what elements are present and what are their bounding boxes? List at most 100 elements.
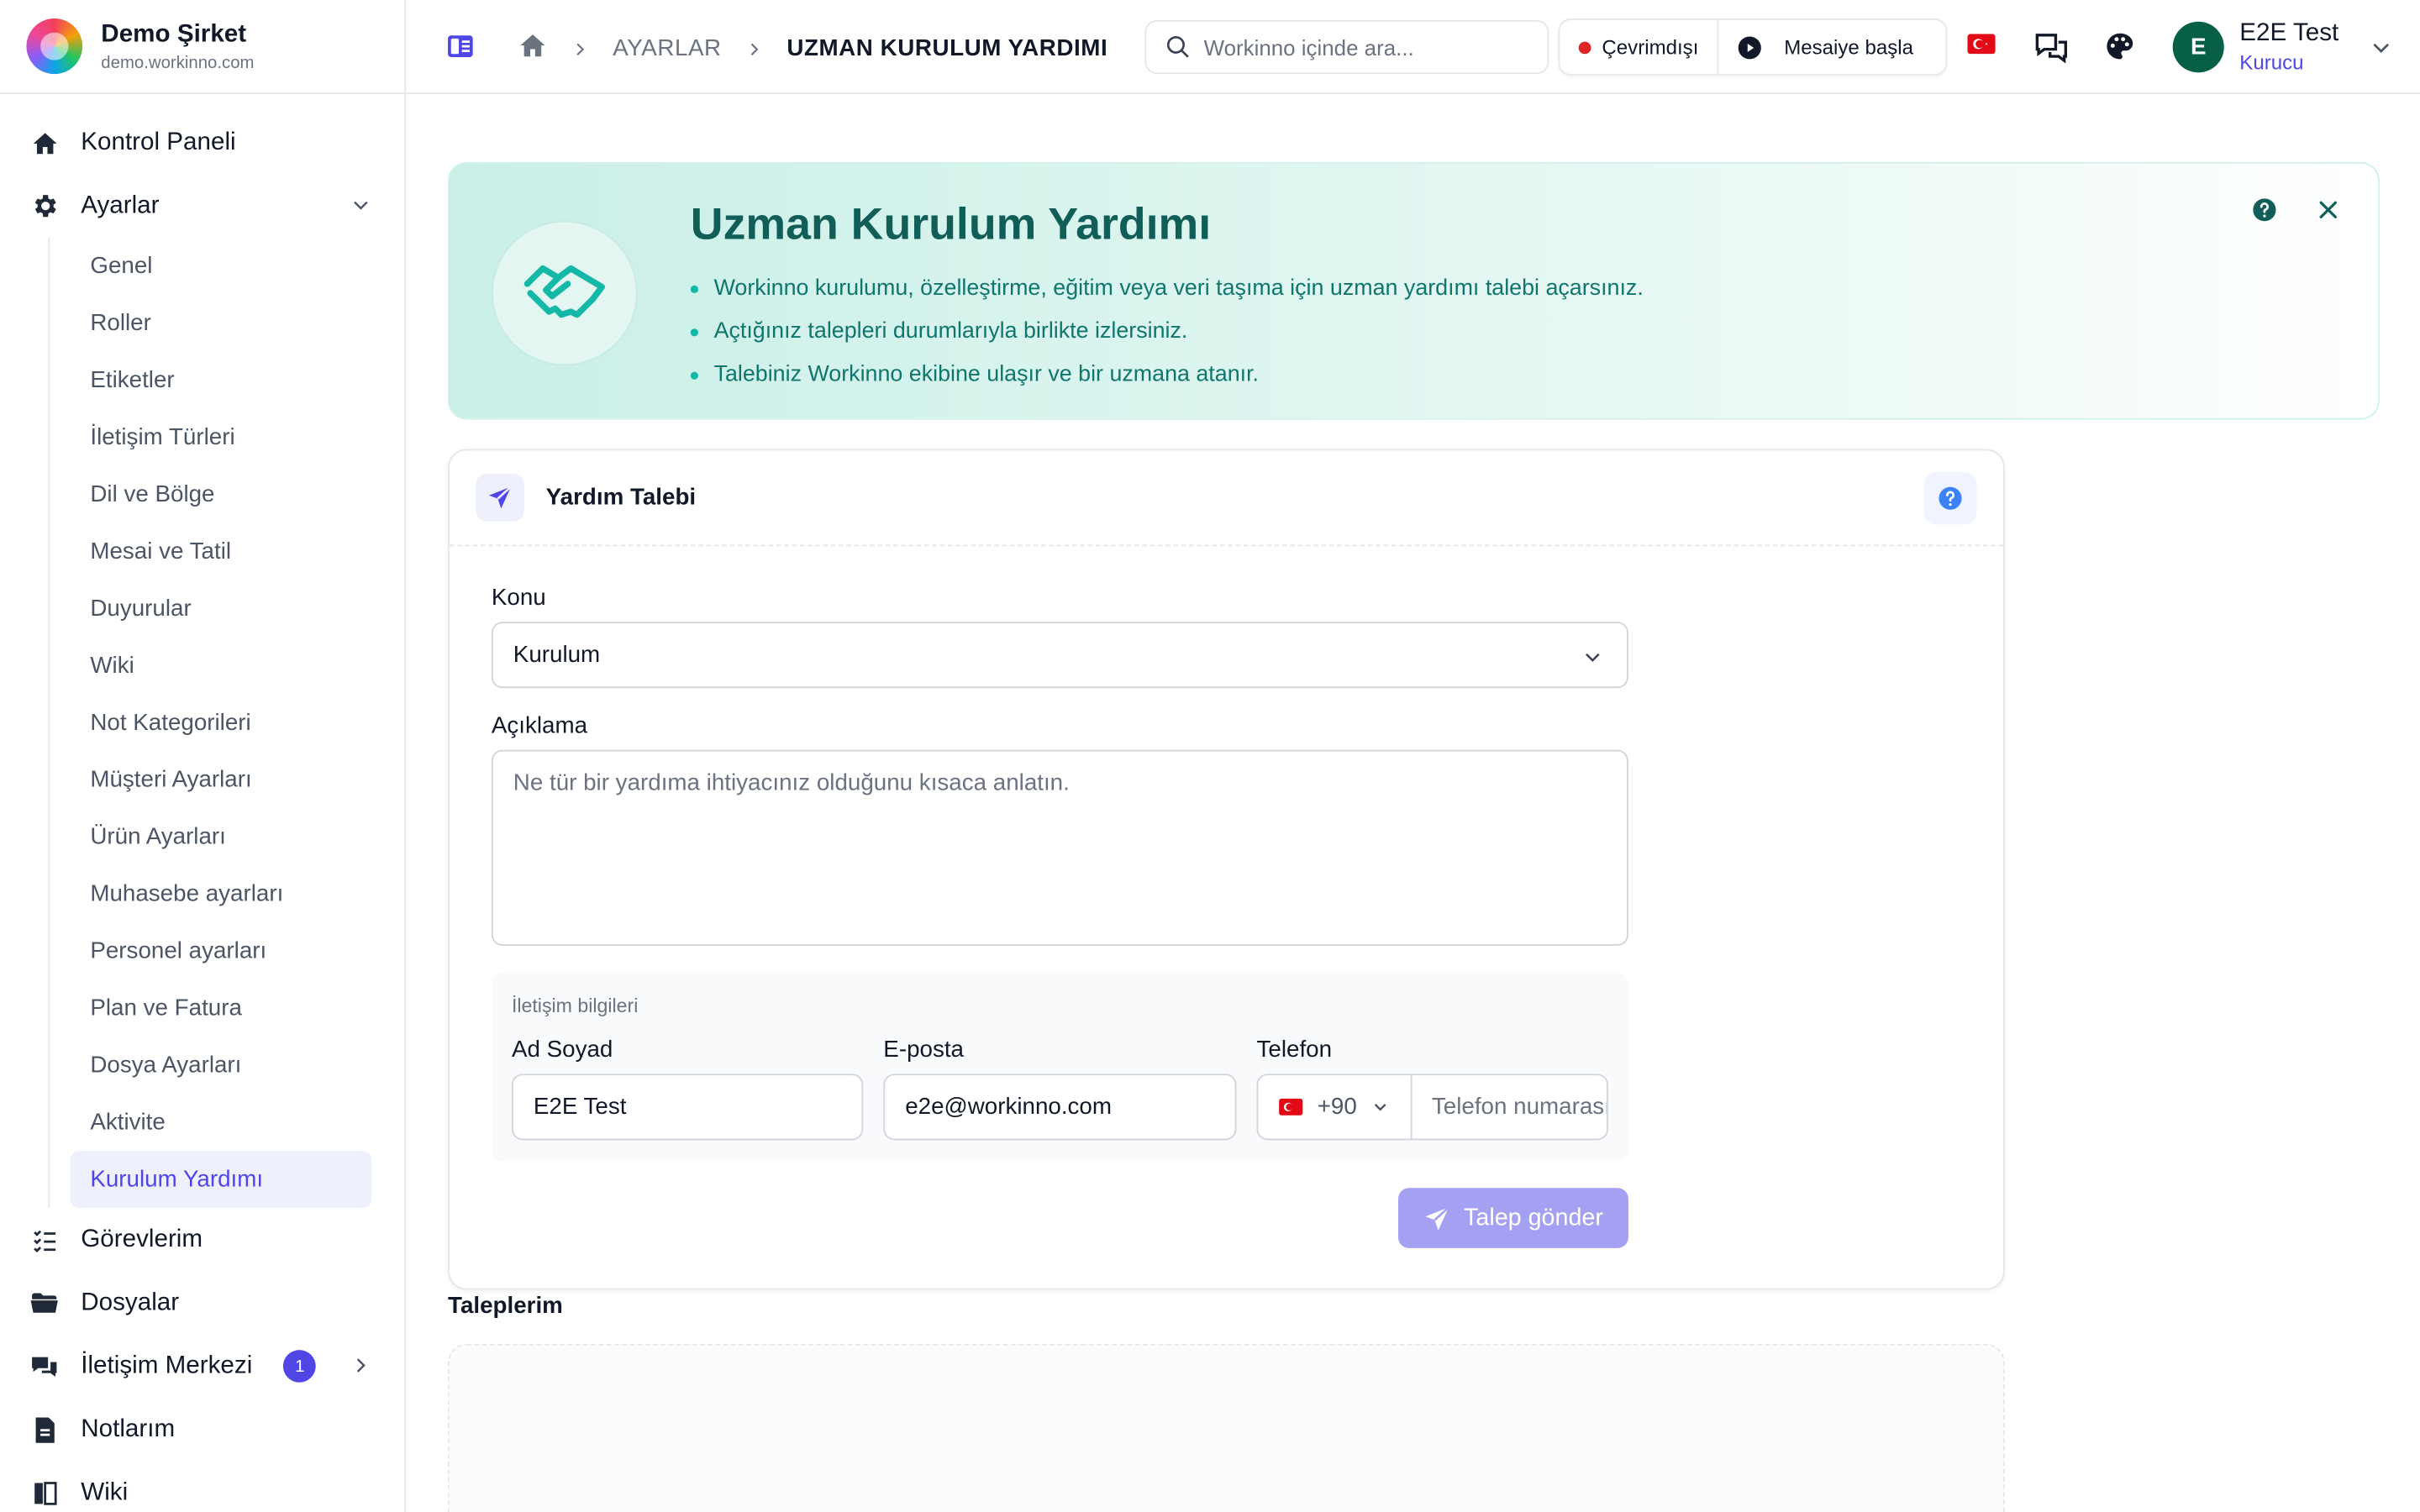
sidebar-item-roles[interactable]: Roller: [70, 295, 371, 352]
help-icon[interactable]: [2252, 197, 2277, 230]
gear-icon: [29, 192, 59, 221]
sidebar-item-activity[interactable]: Aktivite: [70, 1094, 371, 1151]
sidebar-item-label: Dosyalar: [81, 1289, 180, 1315]
home-icon[interactable]: [518, 31, 547, 66]
close-icon[interactable]: [2316, 197, 2341, 230]
user-menu[interactable]: E E2E Test Kurucu: [2172, 19, 2395, 75]
sidebar-item-dashboard[interactable]: Kontrol Paneli: [0, 111, 404, 174]
submit-request-label: Talep gönder: [1464, 1204, 1603, 1231]
sidebar-item-label: Wiki: [81, 1478, 129, 1505]
brand[interactable]: Demo Şirket demo.workinno.com: [0, 0, 405, 95]
chevron-down-icon[interactable]: [349, 193, 374, 218]
sidebar-item-shifts-holidays[interactable]: Mesai ve Tatil: [70, 523, 371, 580]
palette-icon[interactable]: [2104, 31, 2135, 70]
subject-label: Konu: [491, 585, 546, 612]
sidebar-item-wiki-settings[interactable]: Wiki: [70, 638, 371, 695]
sidebar-item-accounting-settings[interactable]: Muhasebe ayarları: [70, 865, 371, 922]
brand-domain: demo.workinno.com: [101, 53, 255, 72]
chat-icon: [29, 1352, 59, 1381]
search-input[interactable]: [1203, 34, 1531, 60]
contact-info-caption: İletişim bilgileri: [511, 995, 639, 1017]
name-label: Ad Soyad: [511, 1037, 613, 1063]
sidebar-item-my-tasks[interactable]: Görevlerim: [0, 1208, 404, 1271]
sidebar-item-wiki[interactable]: Wiki: [0, 1461, 404, 1512]
start-shift-button[interactable]: Mesaiye başla: [1718, 34, 1932, 59]
sidebar-item-staff-settings[interactable]: Personel ayarları: [70, 922, 371, 979]
avatar: E: [2172, 21, 2224, 73]
help-request-card: Yardım Talebi Konu Kurulum Açıklama Ne t…: [448, 449, 2005, 1290]
handshake-icon: [491, 220, 638, 366]
book-icon: [29, 1478, 59, 1508]
card-title: Yardım Talebi: [545, 484, 697, 511]
sidebar-item-note-categories[interactable]: Not Kategorileri: [70, 695, 371, 752]
sidebar: Demo Şirket demo.workinno.com Kontrol Pa…: [0, 0, 407, 1512]
presence-status-label: Çevrimdışı: [1602, 35, 1699, 59]
sidebar-item-customer-settings[interactable]: Müşteri Ayarları: [70, 751, 371, 808]
chevron-down-icon: [1586, 653, 1600, 662]
sidebar-item-plan-billing[interactable]: Plan ve Fatura: [70, 979, 371, 1037]
sidebar-item-setup-help[interactable]: Kurulum Yardımı: [70, 1151, 372, 1209]
offline-dot-icon: [1578, 40, 1591, 54]
breadcrumb-parent[interactable]: AYARLAR: [613, 35, 721, 61]
country-code-value: +90: [1317, 1094, 1357, 1121]
sidebar-item-tags[interactable]: Etiketler: [70, 352, 371, 409]
sidebar-item-label: Notlarım: [81, 1415, 176, 1442]
sidebar-item-file-settings[interactable]: Dosya Ayarları: [70, 1037, 371, 1094]
info-banner: Uzman Kurulum Yardımı Workinno kurulumu,…: [448, 161, 2380, 420]
chevron-right-icon[interactable]: [349, 1353, 374, 1378]
info-bullet: Talebiniz Workinno ekibine ulaşır ve bir…: [691, 354, 1644, 396]
name-input[interactable]: E2E Test: [511, 1074, 864, 1141]
phone-number-input[interactable]: Telefon numarası: [1412, 1075, 1607, 1138]
search-box[interactable]: [1144, 19, 1549, 75]
subject-selected-value: Kurulum: [513, 642, 601, 669]
task-list-icon: [29, 1225, 59, 1254]
subject-select[interactable]: Kurulum: [491, 622, 1628, 689]
sidebar-item-general[interactable]: Genel: [70, 238, 371, 295]
info-bullet-list: Workinno kurulumu, özelleştirme, eğitim …: [691, 267, 1644, 396]
presence-status-button[interactable]: Çevrimdışı: [1560, 19, 1719, 75]
sidebar-item-files[interactable]: Dosyalar: [0, 1271, 404, 1334]
card-header: Yardım Talebi: [449, 450, 2003, 547]
sidebar-item-communication-center[interactable]: İletişim Merkezi 1: [0, 1335, 404, 1398]
country-code-select[interactable]: +90: [1258, 1075, 1412, 1139]
breadcrumb-current: UZMAN KURULUM YARDIMI: [786, 35, 1108, 62]
description-textarea[interactable]: Ne tür bir yardıma ihtiyacınız olduğunu …: [491, 749, 1628, 946]
sidebar-item-contact-types[interactable]: İletişim Türleri: [70, 409, 371, 466]
note-icon: [29, 1415, 59, 1444]
contact-info-section: İletişim bilgileri Ad Soyad E2E Test E-p…: [491, 972, 1628, 1163]
user-name: E2E Test: [2239, 19, 2339, 47]
sidebar-item-label: İletişim Merkezi: [81, 1352, 253, 1379]
phone-field: +90 Telefon numarası: [1256, 1074, 1608, 1141]
unread-badge: 1: [283, 1350, 317, 1383]
help-icon[interactable]: [1923, 472, 1977, 525]
messages-icon[interactable]: [2034, 31, 2069, 73]
chevron-right-icon: [750, 42, 759, 55]
start-shift-label: Mesaiye başla: [1784, 35, 1914, 59]
sidebar-item-label: Kontrol Paneli: [81, 129, 236, 155]
send-icon: [1425, 1205, 1450, 1230]
description-label: Açıklama: [491, 712, 588, 739]
email-input[interactable]: e2e@workinno.com: [883, 1074, 1237, 1141]
info-bullet: Workinno kurulumu, özelleştirme, eğitim …: [691, 267, 1644, 310]
search-icon: [1166, 36, 1189, 58]
settings-submenu: Genel Roller Etiketler İletişim Türleri …: [48, 237, 372, 1209]
sidebar-item-label: Ayarlar: [81, 192, 160, 218]
info-bullet: Açtığınız talepleri durumlarıyla birlikt…: [691, 310, 1644, 353]
sidebar-item-settings[interactable]: Ayarlar: [0, 175, 404, 238]
email-label: E-posta: [883, 1037, 965, 1063]
send-icon: [476, 473, 524, 522]
sidebar-item-my-notes[interactable]: Notlarım: [0, 1398, 404, 1461]
sidebar-item-announcements[interactable]: Duyurular: [70, 580, 371, 638]
breadcrumb: AYARLAR UZMAN KURULUM YARDIMI: [518, 31, 1107, 66]
sidebar-toggle-icon[interactable]: [446, 34, 474, 66]
brand-logo: [26, 18, 83, 75]
chevron-down-icon: [2372, 42, 2389, 53]
user-role: Kurucu: [2239, 50, 2304, 75]
sidebar-item-product-settings[interactable]: Ürün Ayarları: [70, 808, 371, 865]
brand-name: Demo Şirket: [101, 20, 247, 48]
sidebar-item-language-region[interactable]: Dil ve Bölge: [70, 466, 371, 523]
sidebar-item-label: Görevlerim: [81, 1226, 203, 1252]
submit-request-button[interactable]: Talep gönder: [1397, 1188, 1628, 1248]
my-requests-list: [448, 1343, 2005, 1512]
turkey-flag-icon[interactable]: [1967, 34, 1996, 61]
